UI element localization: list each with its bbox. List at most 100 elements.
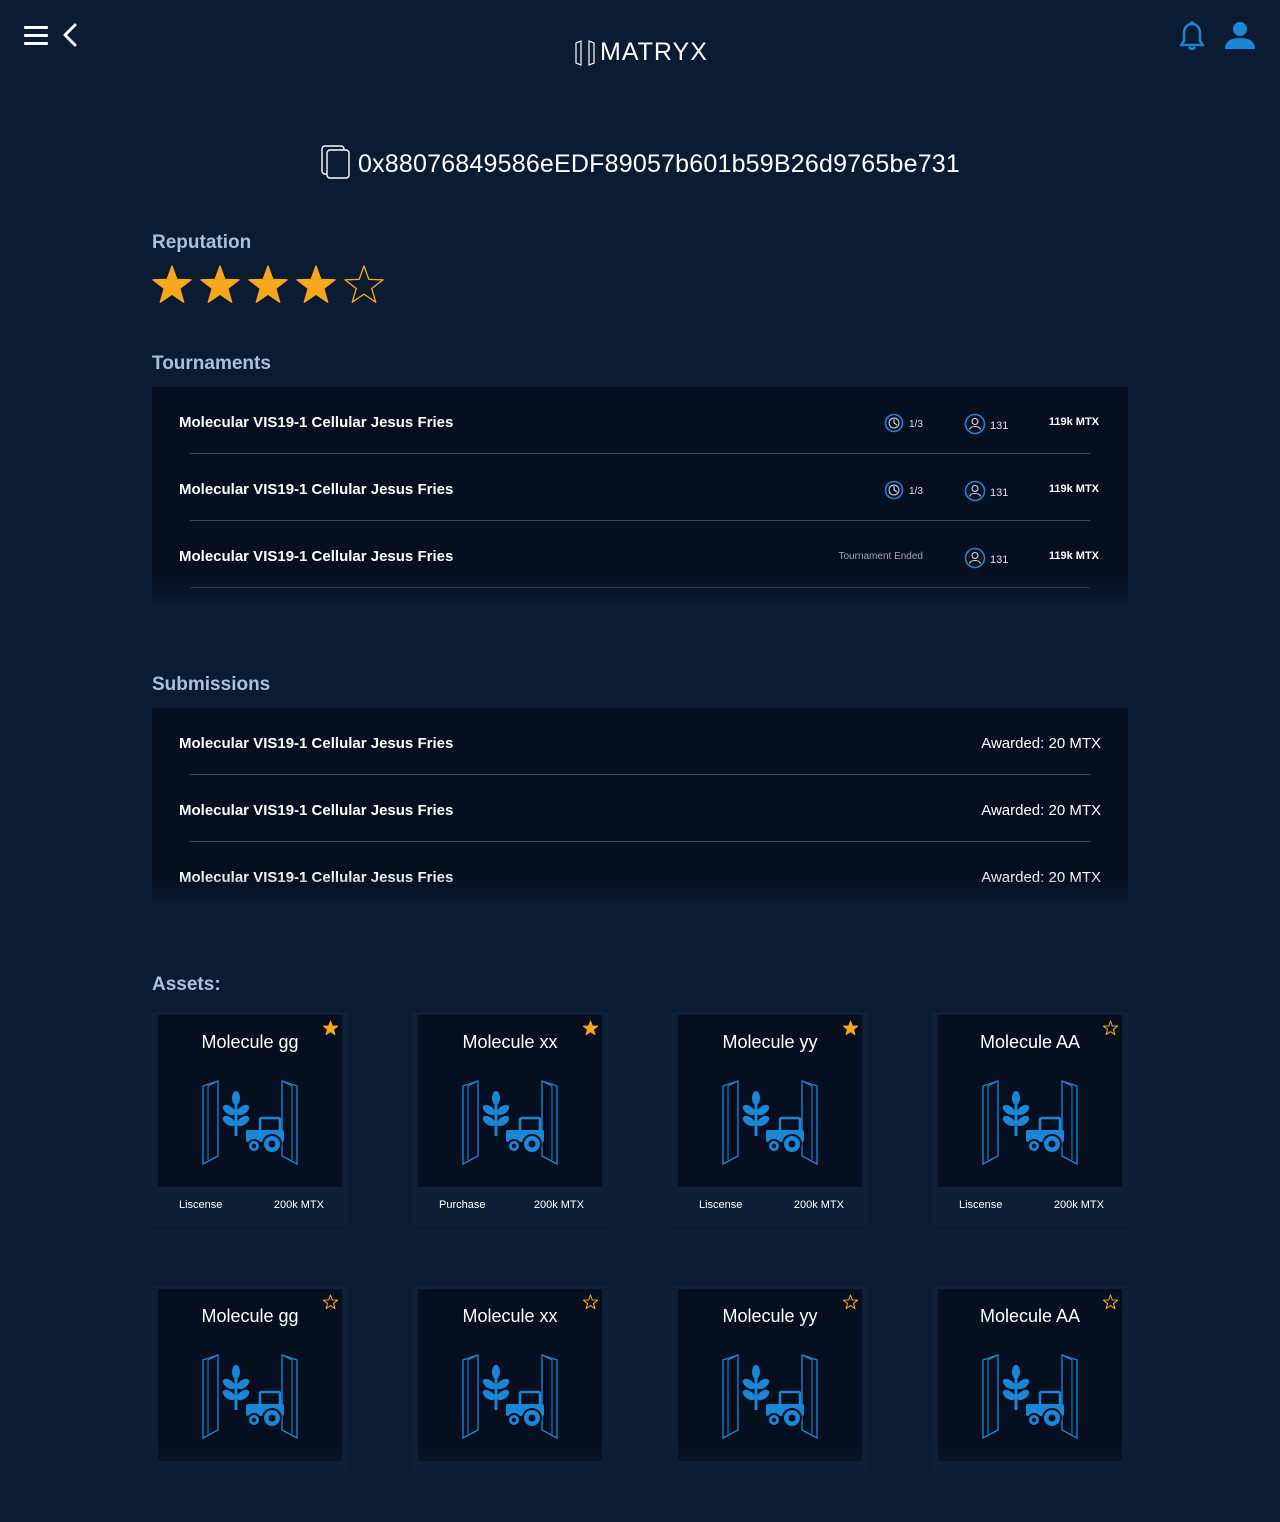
address-text: 0x88076849586eEDF89057b601b59B26d9765be7…	[357, 150, 960, 178]
submission-row[interactable]: Molecular VIS19-1 Cellular Jesus Fries A…	[152, 775, 1128, 842]
asset-card-body: Molecule xx	[418, 1015, 602, 1187]
participants-count: 131	[964, 413, 1008, 438]
reputation-stars	[152, 265, 392, 310]
divider	[190, 587, 1090, 588]
asset-card-body: Molecule yy	[678, 1015, 862, 1187]
asset-price: 200k MTX	[793, 1199, 844, 1211]
submission-title: Molecular VIS19-1 Cellular Jesus Fries	[179, 869, 454, 886]
tournament-title: Molecular VIS19-1 Cellular Jesus Fries	[179, 481, 454, 498]
star-empty-icon[interactable]	[582, 1294, 599, 1314]
asset-logo-icon	[980, 1080, 1080, 1171]
asset-name: Molecule yy	[722, 1032, 818, 1052]
submissions-title: Submissions	[152, 674, 271, 695]
submission-title: Molecular VIS19-1 Cellular Jesus Fries	[179, 802, 454, 819]
asset-price: 200k MTX	[1053, 1199, 1104, 1211]
asset-name: Molecule gg	[201, 1306, 299, 1326]
tournament-bounty: 119k MTX	[1048, 416, 1099, 428]
tournament-title: Molecular VIS19-1 Cellular Jesus Fries	[179, 548, 454, 565]
asset-card[interactable]: Molecule gg Liscense 200k MTX	[152, 1012, 348, 1225]
asset-name: Molecule xx	[462, 1306, 558, 1326]
copy-icon[interactable]	[320, 144, 352, 185]
asset-logo-icon	[720, 1080, 820, 1171]
logo-text: MATRYX	[600, 38, 708, 66]
matryx-logo-icon	[575, 39, 595, 66]
participants-icon	[964, 480, 990, 505]
asset-card[interactable]: Molecule AA	[932, 1286, 1128, 1499]
participants-icon	[964, 413, 990, 438]
submission-title: Molecular VIS19-1 Cellular Jesus Fries	[179, 735, 454, 752]
asset-logo-icon	[200, 1354, 300, 1445]
submission-reward: Awarded: 20 MTX	[981, 802, 1101, 819]
asset-name: Molecule AA	[979, 1306, 1081, 1326]
tournament-bounty: 119k MTX	[1048, 550, 1099, 562]
star-filled-icon	[152, 265, 200, 310]
asset-card[interactable]: Molecule AA Liscense 200k MTX	[932, 1012, 1128, 1225]
tournament-bounty: 119k MTX	[1048, 483, 1099, 495]
participants-count: 131	[964, 480, 1008, 505]
asset-name: Molecule xx	[462, 1032, 558, 1052]
asset-card-body: Molecule xx	[418, 1289, 602, 1461]
star-empty-icon[interactable]	[1102, 1294, 1119, 1314]
reputation-label: Reputation	[152, 232, 252, 253]
star-empty-icon	[344, 265, 392, 310]
round-icon	[884, 480, 909, 503]
assets-title: Assets:	[152, 974, 221, 995]
asset-name: Molecule yy	[722, 1306, 818, 1326]
asset-logo-icon	[460, 1080, 560, 1171]
tournament-row[interactable]: Molecular VIS19-1 Cellular Jesus Fries T…	[152, 521, 1128, 588]
matryx-logo: MATRYX	[573, 38, 708, 67]
asset-logo-icon	[720, 1354, 820, 1445]
tournaments-list: Molecular VIS19-1 Cellular Jesus Fries 1…	[152, 387, 1128, 609]
submissions-list: Molecular VIS19-1 Cellular Jesus Fries A…	[152, 708, 1128, 910]
star-filled-icon[interactable]	[322, 1020, 339, 1040]
asset-action[interactable]: Purchase	[439, 1199, 485, 1211]
round-status: 1/3	[884, 480, 923, 503]
bell-icon[interactable]	[1178, 20, 1206, 57]
star-filled-icon	[248, 265, 296, 310]
round-status: 1/3	[884, 413, 923, 436]
asset-logo-icon	[200, 1080, 300, 1171]
asset-card-body: Molecule gg	[158, 1289, 342, 1461]
asset-price: 200k MTX	[533, 1199, 584, 1211]
asset-card-body: Molecule AA	[938, 1015, 1122, 1187]
wallet-address: 0x88076849586eEDF89057b601b59B26d9765be7…	[0, 144, 1280, 185]
asset-logo-icon	[980, 1354, 1080, 1445]
asset-price: 200k MTX	[273, 1199, 324, 1211]
asset-name: Molecule AA	[979, 1032, 1081, 1052]
user-icon[interactable]	[1222, 20, 1258, 57]
back-icon[interactable]	[60, 22, 78, 53]
asset-card-body: Molecule yy	[678, 1289, 862, 1461]
asset-logo-icon	[460, 1354, 560, 1445]
asset-card[interactable]: Molecule xx Purchase 200k MTX	[412, 1012, 608, 1225]
star-filled-icon	[200, 265, 248, 310]
star-empty-icon[interactable]	[1102, 1020, 1119, 1040]
asset-action[interactable]: Liscense	[179, 1199, 222, 1211]
asset-action[interactable]: Liscense	[959, 1199, 1002, 1211]
star-filled-icon[interactable]	[842, 1020, 859, 1040]
submission-reward: Awarded: 20 MTX	[981, 735, 1101, 752]
asset-card[interactable]: Molecule yy Liscense 200k MTX	[672, 1012, 868, 1225]
tournament-title: Molecular VIS19-1 Cellular Jesus Fries	[179, 414, 454, 431]
asset-action[interactable]: Liscense	[699, 1199, 742, 1211]
round-icon	[884, 413, 909, 436]
asset-card[interactable]: Molecule xx	[412, 1286, 608, 1499]
menu-icon[interactable]	[24, 26, 48, 45]
asset-card-body: Molecule gg	[158, 1015, 342, 1187]
submission-row[interactable]: Molecular VIS19-1 Cellular Jesus Fries A…	[152, 842, 1128, 909]
submission-row[interactable]: Molecular VIS19-1 Cellular Jesus Fries A…	[152, 708, 1128, 775]
tournaments-title: Tournaments	[152, 353, 271, 374]
star-empty-icon[interactable]	[322, 1294, 339, 1314]
star-empty-icon[interactable]	[842, 1294, 859, 1314]
asset-card[interactable]: Molecule gg	[152, 1286, 348, 1499]
tournament-row[interactable]: Molecular VIS19-1 Cellular Jesus Fries 1…	[152, 454, 1128, 521]
asset-card[interactable]: Molecule yy	[672, 1286, 868, 1499]
star-filled-icon	[296, 265, 344, 310]
participants-icon	[964, 547, 990, 572]
asset-card-body: Molecule AA	[938, 1289, 1122, 1461]
star-filled-icon[interactable]	[582, 1020, 599, 1040]
submission-reward: Awarded: 20 MTX	[981, 869, 1101, 886]
asset-name: Molecule gg	[201, 1032, 299, 1052]
tournament-status: Tournament Ended	[838, 551, 923, 562]
tournament-row[interactable]: Molecular VIS19-1 Cellular Jesus Fries 1…	[152, 387, 1128, 454]
participants-count: 131	[964, 547, 1008, 572]
